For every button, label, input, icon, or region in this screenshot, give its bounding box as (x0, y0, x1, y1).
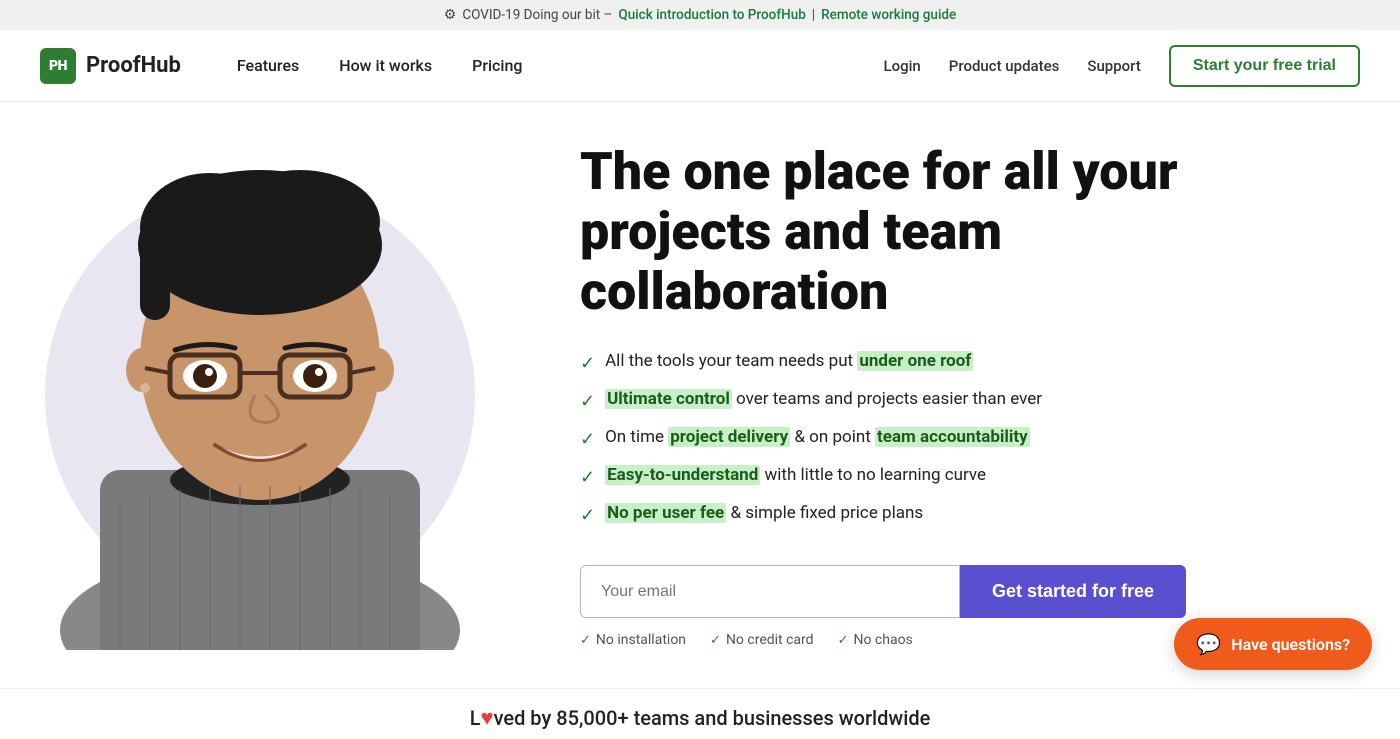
highlight-accountability: team accountability (875, 427, 1030, 447)
no-chaos: ✓ No chaos (838, 632, 913, 648)
hero-content: The one place for all your projects and … (520, 102, 1280, 688)
check-icon-1: ✓ (580, 350, 595, 377)
hero-section: The one place for all your projects and … (0, 102, 1400, 688)
hero-person (40, 140, 480, 650)
nav-how-it-works[interactable]: How it works (323, 48, 448, 83)
banner-text: COVID-19 Doing our bit – (462, 7, 612, 23)
no-check-2: ✓ (710, 633, 721, 648)
hero-checklist: ✓ All the tools your team needs put unde… (580, 349, 1200, 529)
highlight-roof: under one roof (857, 351, 973, 371)
heart-icon: ♥ (481, 706, 494, 731)
loved-text-after: ved by 85,000+ teams and businesses worl… (494, 706, 931, 730)
hero-image-area (0, 135, 520, 655)
checklist-item-1: ✓ All the tools your team needs put unde… (580, 349, 1200, 377)
highlight-fee: No per user fee (605, 503, 726, 523)
banner-separator: | (812, 7, 815, 23)
checklist-item-5: ✓ No per user fee & simple fixed price p… (580, 501, 1200, 529)
get-started-button[interactable]: Get started for free (960, 565, 1186, 618)
top-banner: ⚙ COVID-19 Doing our bit – Quick introdu… (0, 0, 1400, 30)
chat-label: Have questions? (1231, 635, 1350, 654)
check-icon-5: ✓ (580, 502, 595, 529)
highlight-easy: Easy-to-understand (605, 465, 760, 485)
chat-icon: 💬 (1196, 632, 1221, 656)
start-trial-button[interactable]: Start your free trial (1169, 45, 1360, 87)
chat-bubble[interactable]: 💬 Have questions? (1174, 618, 1372, 670)
checklist-item-2: ✓ Ultimate control over teams and projec… (580, 387, 1200, 415)
no-installation-label: No installation (596, 632, 686, 648)
hero-headline: The one place for all your projects and … (580, 142, 1200, 321)
nav-login[interactable]: Login (883, 57, 920, 75)
check-icon-4: ✓ (580, 464, 595, 491)
email-input[interactable] (580, 565, 960, 618)
nav-product-updates[interactable]: Product updates (949, 57, 1060, 75)
no-credit-card: ✓ No credit card (710, 632, 814, 648)
no-check-1: ✓ (580, 633, 591, 648)
checklist-text-3: On time project delivery & on point team… (605, 425, 1030, 451)
checklist-text-1: All the tools your team needs put under … (605, 349, 973, 375)
nav-right: Login Product updates Support Start your… (883, 45, 1360, 87)
loved-text-before: L (470, 706, 481, 730)
no-credit-card-label: No credit card (726, 632, 814, 648)
nav-features[interactable]: Features (221, 48, 315, 83)
nav-pricing[interactable]: Pricing (456, 48, 538, 83)
checklist-text-2: Ultimate control over teams and projects… (605, 387, 1042, 413)
check-icon-2: ✓ (580, 388, 595, 415)
banner-link-intro[interactable]: Quick introduction to ProofHub (618, 7, 805, 23)
gear-icon: ⚙ (444, 7, 457, 23)
checklist-item-4: ✓ Easy-to-understand with little to no l… (580, 463, 1200, 491)
logo-text: ProofHub (86, 53, 181, 78)
logo-box: PH (40, 48, 76, 84)
loved-bar: L♥ved by 85,000+ teams and businesses wo… (0, 688, 1400, 739)
checklist-text-5: No per user fee & simple fixed price pla… (605, 501, 923, 527)
navbar: PH ProofHub Features How it works Pricin… (0, 30, 1400, 102)
checklist-text-4: Easy-to-understand with little to no lea… (605, 463, 986, 489)
checklist-item-3: ✓ On time project delivery & on point te… (580, 425, 1200, 453)
hero-form: Get started for free (580, 565, 1200, 618)
no-installation: ✓ No installation (580, 632, 686, 648)
nav-links: Features How it works Pricing (221, 48, 884, 83)
highlight-control: Ultimate control (605, 389, 732, 409)
highlight-delivery: project delivery (668, 427, 790, 447)
check-icon-3: ✓ (580, 426, 595, 453)
person-illustration (40, 140, 480, 650)
no-check-3: ✓ (838, 633, 849, 648)
logo-link[interactable]: PH ProofHub (40, 48, 181, 84)
no-chaos-label: No chaos (853, 632, 912, 648)
no-items-row: ✓ No installation ✓ No credit card ✓ No … (580, 632, 1200, 648)
banner-link-remote[interactable]: Remote working guide (821, 7, 956, 23)
nav-support[interactable]: Support (1087, 57, 1140, 75)
